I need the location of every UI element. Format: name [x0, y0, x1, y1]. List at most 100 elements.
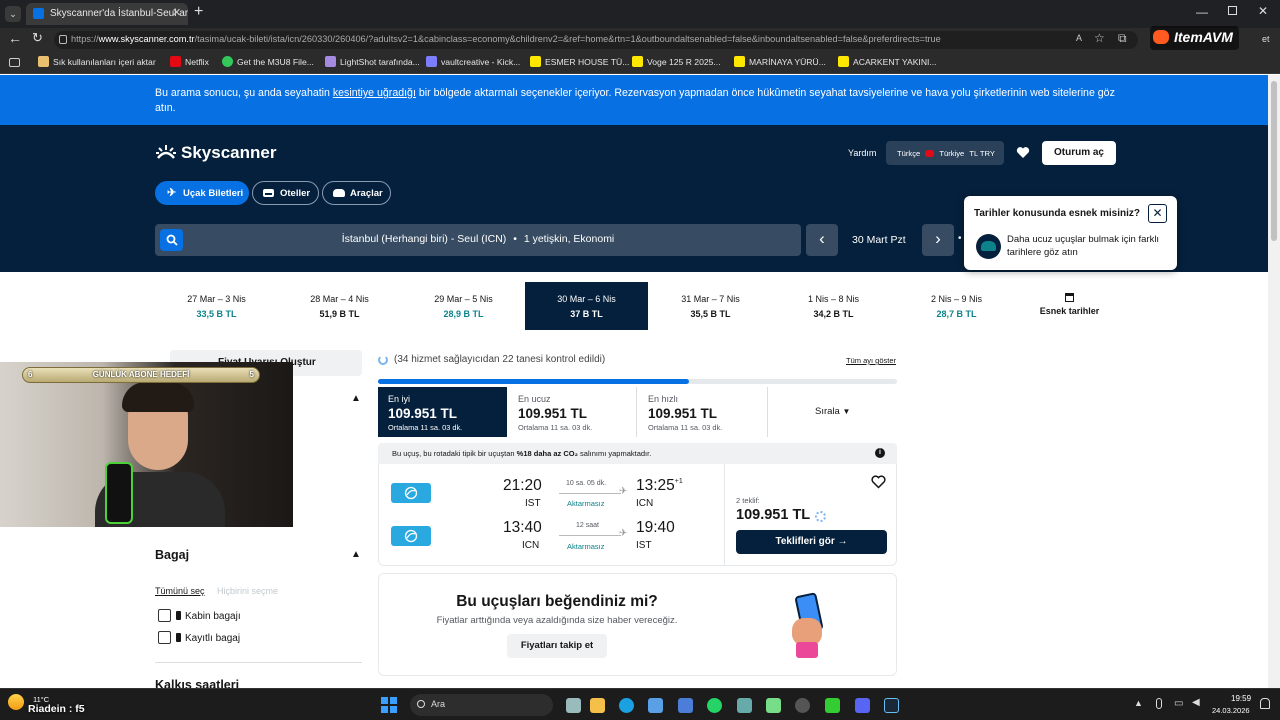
microphone-icon[interactable]: [1156, 698, 1162, 709]
login-button[interactable]: Oturum aç: [1042, 141, 1116, 165]
disruption-link[interactable]: kesintiye uğradığı: [333, 87, 416, 99]
address-bar-row: ← ↻ https://www.skyscanner.com.tr/tasima…: [0, 28, 1280, 52]
date-option[interactable]: 29 Mar – 5 Nis 28,9 B TL: [402, 282, 525, 330]
show-all-month-link[interactable]: Tüm ayı göster: [846, 356, 896, 365]
bookmark-item[interactable]: ESMER HOUSE TÜ...: [530, 56, 629, 67]
track-prices-button[interactable]: Fiyatları takip et: [507, 634, 607, 658]
favorite-star-icon[interactable]: ☆: [1094, 31, 1105, 45]
new-tab-icon[interactable]: +: [194, 3, 203, 21]
sort-cheapest[interactable]: En ucuz 109.951 TL Ortalama 11 sa. 03 dk.: [508, 387, 637, 437]
flight-result-card[interactable]: 21:20 IST 10 sa. 05 dk. ✈ Aktarmasız 13:…: [378, 464, 897, 566]
minimize-icon[interactable]: —: [1196, 5, 1208, 19]
loading-progress-track: [378, 379, 897, 384]
baggage-collapse-icon[interactable]: ▲: [351, 549, 361, 560]
travel-notice-banner: Bu arama sonucu, şu anda seyahatin kesin…: [0, 75, 1268, 125]
providers-status: (34 hizmet sağlayıcıdan 22 tanesi kontro…: [394, 354, 606, 365]
tab-cars[interactable]: Araçlar: [322, 181, 391, 205]
favorites-heart-icon[interactable]: [1016, 146, 1030, 159]
car-icon: [333, 189, 345, 197]
date-option[interactable]: 2 Nis – 9 Nis 28,7 B TL: [895, 282, 1018, 330]
date-option-selected[interactable]: 30 Mar – 6 Nis 37 B TL: [525, 282, 648, 330]
date-option[interactable]: 27 Mar – 3 Nis 33,5 B TL: [155, 282, 278, 330]
popup-close-button[interactable]: ✕: [1148, 204, 1167, 223]
app-icon[interactable]: [678, 698, 693, 713]
return-direct-label: Aktarmasız: [567, 542, 605, 551]
file-explorer-icon[interactable]: [590, 698, 605, 713]
windows-taskbar: 11°C Riadein : f5 Ara ▲ ▭ ◀ 19:59 24.03.…: [0, 688, 1280, 720]
start-icon[interactable]: [381, 697, 397, 713]
app-icon[interactable]: [766, 698, 781, 713]
flexible-dates-button[interactable]: Esnek tarihler: [1008, 282, 1131, 330]
next-date-button[interactable]: ›: [922, 224, 954, 256]
tab-actions-icon[interactable]: ⌄: [5, 6, 21, 22]
bookmark-item[interactable]: MARİNAYA YÜRÜ...: [734, 56, 826, 67]
bookmark-item[interactable]: ACARKENT YAKINI...: [838, 56, 937, 67]
extensions-icon[interactable]: ⧉: [1118, 31, 1127, 46]
reload-icon[interactable]: ↻: [32, 30, 43, 46]
taskbar-search[interactable]: Ara: [410, 694, 553, 716]
tab-title: Skyscanner'da İstanbul-Seul arası: [50, 8, 188, 19]
headphone-stand: [105, 462, 133, 524]
tray-chevron-icon[interactable]: ▲: [1134, 698, 1143, 708]
date-option[interactable]: 1 Nis – 8 Nis 34,2 B TL: [772, 282, 895, 330]
clock-date[interactable]: 24.03.2026: [1212, 706, 1250, 715]
site-info-icon: [59, 35, 67, 44]
scrollbar-thumb[interactable]: [1271, 81, 1277, 241]
notifications-icon[interactable]: [1260, 698, 1270, 709]
volume-icon[interactable]: ◀: [1192, 697, 1200, 708]
close-window-icon[interactable]: ✕: [1258, 4, 1268, 18]
info-icon[interactable]: i: [875, 448, 885, 458]
checked-bag-checkbox[interactable]: Kayıtlı bagaj: [158, 631, 240, 644]
bookmark-item[interactable]: vaultcreative - Kick...: [426, 56, 520, 67]
locale-selector[interactable]: Türkçe Türkiye TL TRY: [886, 141, 1004, 165]
bookmark-manager-icon[interactable]: [9, 58, 20, 67]
tab-hotels[interactable]: Oteller: [252, 181, 319, 205]
clock-time[interactable]: 19:59: [1231, 694, 1251, 703]
previous-date-button[interactable]: ‹: [806, 224, 838, 256]
back-icon[interactable]: ←: [8, 30, 22, 46]
cabin-bag-checkbox[interactable]: Kabin bagajı: [158, 609, 241, 622]
collapse-icon[interactable]: ▲: [351, 393, 361, 404]
url-field[interactable]: https://www.skyscanner.com.tr/tasima/uca…: [54, 31, 1138, 49]
skyscanner-favicon: [33, 8, 44, 19]
discord-icon[interactable]: [855, 698, 870, 713]
tab-close-icon[interactable]: ✕: [172, 6, 181, 19]
read-aloud-icon[interactable]: A: [1076, 33, 1082, 43]
steam-icon[interactable]: [884, 698, 899, 713]
edge-icon[interactable]: [619, 698, 634, 713]
sort-fastest[interactable]: En hızlı 109.951 TL Ortalama 11 sa. 03 dk.: [638, 387, 768, 437]
date-option[interactable]: 28 Mar – 4 Nis 51,9 B TL: [278, 282, 401, 330]
tab-flights[interactable]: ✈ Uçak Biletleri: [155, 181, 249, 205]
date-option[interactable]: 31 Mar – 7 Nis 35,5 B TL: [649, 282, 772, 330]
bookmark-item[interactable]: Get the M3U8 File...: [222, 56, 314, 67]
network-icon[interactable]: ▭: [1174, 698, 1183, 709]
outbound-duration: 10 sa. 05 dk.: [566, 480, 607, 487]
url-path: /tasima/ucak-bileti/ista/icn/260330/2604…: [194, 34, 941, 44]
sort-dropdown[interactable]: Sırala ▼: [815, 406, 850, 417]
bookmark-item[interactable]: Voge 125 R 2025...: [632, 56, 721, 67]
bookmark-item[interactable]: LightShot tarafında...: [325, 56, 420, 67]
return-departure-code: ICN: [522, 540, 540, 551]
weather-icon: [8, 694, 24, 710]
select-all-link[interactable]: Tümünü seç: [155, 586, 205, 596]
obs-icon[interactable]: [795, 698, 810, 713]
bookmark-item[interactable]: Sık kullanılanları içeri aktar: [38, 56, 156, 67]
page-scrollbar[interactable]: [1268, 75, 1280, 688]
app-icon[interactable]: [825, 698, 840, 713]
photos-icon[interactable]: [648, 698, 663, 713]
bookmark-item[interactable]: Netflix: [170, 56, 209, 67]
help-link[interactable]: Yardım: [848, 148, 876, 158]
whatsapp-icon[interactable]: [707, 698, 722, 713]
sort-best[interactable]: En iyi 109.951 TL Ortalama 11 sa. 03 dk.: [378, 387, 507, 437]
save-heart-icon[interactable]: [871, 475, 886, 489]
skyscanner-logo[interactable]: Skyscanner: [155, 143, 276, 163]
airline-logo-icon: [391, 526, 431, 546]
offers-count: 2 teklif:: [736, 496, 760, 505]
browser-tab[interactable]: Skyscanner'da İstanbul-Seul arası: [26, 3, 188, 25]
search-summary-bar[interactable]: İstanbul (Herhangi biri) - Seul (ICN) • …: [155, 224, 801, 256]
profile-label[interactable]: et: [1262, 34, 1270, 44]
task-view-icon[interactable]: [566, 698, 581, 713]
app-icon[interactable]: [737, 698, 752, 713]
view-offers-button[interactable]: Teklifleri gör →: [736, 530, 887, 554]
maximize-icon[interactable]: [1228, 6, 1237, 15]
